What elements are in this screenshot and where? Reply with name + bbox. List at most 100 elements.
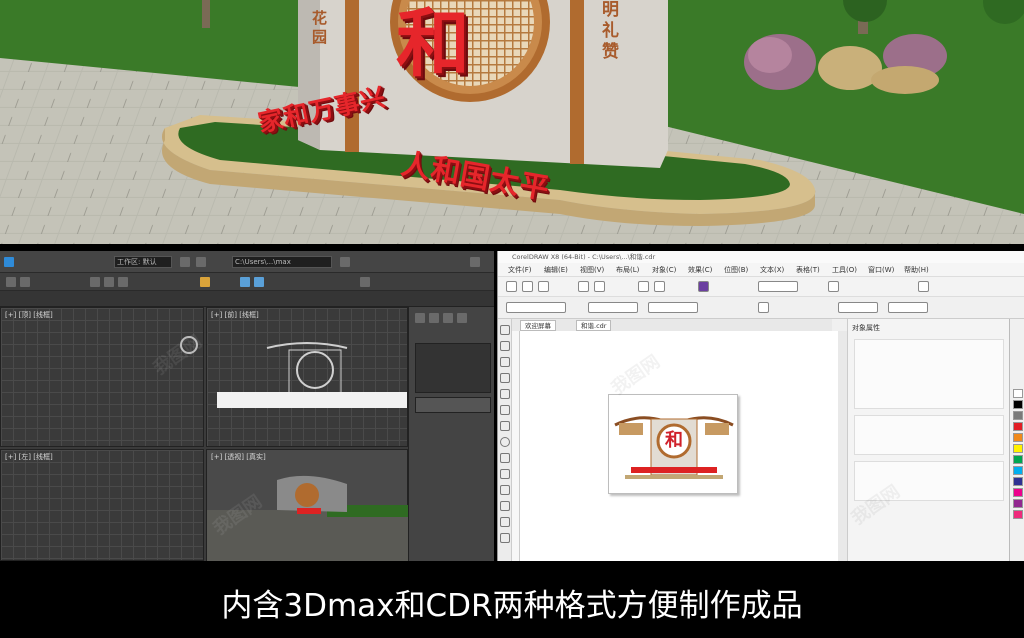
max-window: 工作区: 默认 C:\Users\...\max [+] [顶] [线框] [+… <box>0 251 494 561</box>
modify-icon[interactable] <box>429 313 439 323</box>
swatch-orange[interactable] <box>1013 433 1023 442</box>
options-icon[interactable] <box>918 281 929 292</box>
polygon-tool-icon[interactable] <box>500 453 510 463</box>
swatch-cyan[interactable] <box>1013 466 1023 475</box>
render-setup-icon[interactable] <box>254 277 264 287</box>
docker-panel-outline[interactable] <box>854 415 1004 455</box>
max-logo-icon <box>4 257 14 267</box>
zoom-level[interactable] <box>758 281 798 292</box>
tab-document[interactable]: 和谐.cdr <box>576 320 612 331</box>
menu-layout[interactable]: 布局(L) <box>616 265 639 275</box>
tab-welcome[interactable]: 欢迎屏幕 <box>520 320 556 331</box>
mirror-icon[interactable] <box>758 302 769 313</box>
scale-icon[interactable] <box>118 277 128 287</box>
menu-edit[interactable]: 编辑(E) <box>544 265 568 275</box>
max-main-toolbar <box>0 273 494 291</box>
swatch-black[interactable] <box>1013 400 1023 409</box>
new-icon[interactable] <box>506 281 517 292</box>
docker-panel-fill[interactable] <box>854 339 1004 409</box>
open-icon[interactable] <box>522 281 533 292</box>
viewport-top[interactable]: [+] [顶] [线框] <box>0 307 204 447</box>
viewport-front[interactable]: [+] [前] [线框] <box>206 307 408 447</box>
swatch-white[interactable] <box>1013 389 1023 398</box>
object-properties-docker: 对象属性 <box>847 319 1009 561</box>
swatch-pink[interactable] <box>1013 510 1023 519</box>
freehand-tool-icon[interactable] <box>500 389 510 399</box>
path-field[interactable]: C:\Users\...\max <box>232 256 332 268</box>
cdr-tabbar: 欢迎屏幕 和谐.cdr <box>512 319 832 331</box>
undo-icon[interactable] <box>196 257 206 267</box>
connector-tool-icon[interactable] <box>500 501 510 511</box>
cdr-standard-toolbar <box>498 277 1024 297</box>
import-icon[interactable] <box>638 281 649 292</box>
swatch-blue[interactable] <box>1013 477 1023 486</box>
shape-tool-icon[interactable] <box>500 341 510 351</box>
command-panel <box>408 307 494 561</box>
menu-effects[interactable]: 效果(C) <box>688 265 712 275</box>
search-icon[interactable] <box>340 257 350 267</box>
snap-icon[interactable] <box>200 277 210 287</box>
zoom-tool-icon[interactable] <box>500 373 510 383</box>
crop-tool-icon[interactable] <box>500 357 510 367</box>
cdr-page[interactable]: 和 <box>608 394 738 494</box>
swatch-yellow[interactable] <box>1013 444 1023 453</box>
menu-tools[interactable]: 工具(O) <box>832 265 857 275</box>
export-icon[interactable] <box>654 281 665 292</box>
save-icon[interactable] <box>538 281 549 292</box>
corel-connect-icon[interactable] <box>698 281 709 292</box>
redo-icon[interactable] <box>594 281 605 292</box>
modifier-stack[interactable] <box>415 343 491 393</box>
object-origin-field[interactable] <box>506 302 566 313</box>
render-icon[interactable] <box>240 277 250 287</box>
drop-shadow-icon[interactable] <box>500 517 510 527</box>
menu-file[interactable]: 文件(F) <box>508 265 532 275</box>
vertical-scrollbar[interactable] <box>838 331 847 561</box>
motion-icon[interactable] <box>457 313 467 323</box>
menu-view[interactable]: 视图(V) <box>580 265 604 275</box>
undo-icon[interactable] <box>578 281 589 292</box>
viewport-front-geometry <box>217 342 407 408</box>
hierarchy-icon[interactable] <box>443 313 453 323</box>
ellipse-tool-icon[interactable] <box>500 437 510 447</box>
cdr-menubar: 文件(F) 编辑(E) 视图(V) 布局(L) 对象(C) 效果(C) 位图(B… <box>498 263 1024 277</box>
parallel-dimension-icon[interactable] <box>500 485 510 495</box>
menu-window[interactable]: 窗口(W) <box>868 265 894 275</box>
menu-help[interactable]: 帮助(H) <box>904 265 929 275</box>
menu-table[interactable]: 表格(T) <box>796 265 820 275</box>
vertical-ruler <box>512 331 520 561</box>
menu-bitmap[interactable]: 位图(B) <box>724 265 748 275</box>
pick-tool-icon[interactable] <box>500 325 510 335</box>
snap-icon[interactable] <box>828 281 839 292</box>
close-icon[interactable] <box>470 257 480 267</box>
link-icon[interactable] <box>20 277 30 287</box>
swatch-purple[interactable] <box>1013 499 1023 508</box>
center-character: 和 <box>396 1 470 87</box>
rotate-icon[interactable] <box>104 277 114 287</box>
menu-text[interactable]: 文本(X) <box>760 265 784 275</box>
select-icon[interactable] <box>6 277 16 287</box>
modifier-list[interactable] <box>415 397 491 413</box>
size-field[interactable] <box>648 302 698 313</box>
rectangle-tool-icon[interactable] <box>500 421 510 431</box>
color-palette <box>1009 319 1024 561</box>
artistic-media-icon[interactable] <box>500 405 510 415</box>
swatch-green[interactable] <box>1013 455 1023 464</box>
swatch-red[interactable] <box>1013 422 1023 431</box>
menu-object[interactable]: 对象(C) <box>652 265 676 275</box>
viewport-left[interactable]: [+] [左] [线框] <box>0 449 204 561</box>
swatch-magenta[interactable] <box>1013 488 1023 497</box>
position-field[interactable] <box>588 302 638 313</box>
create-icon[interactable] <box>415 313 425 323</box>
caption-text: 内含3Dmax和CDR两种格式方便制作成品 <box>221 588 803 624</box>
text-tool-icon[interactable] <box>500 469 510 479</box>
move-icon[interactable] <box>90 277 100 287</box>
material-editor-icon[interactable] <box>360 277 370 287</box>
transparency-icon[interactable] <box>500 533 510 543</box>
workspace-field[interactable]: 工作区: 默认 <box>114 256 172 268</box>
cdr-title: CorelDRAW X8 (64-Bit) - C:\Users\...\和谐.… <box>498 251 1024 263</box>
rotation-field[interactable] <box>888 302 928 313</box>
cdr-property-bar <box>498 297 1024 319</box>
save-icon[interactable] <box>180 257 190 267</box>
outline-width-field[interactable] <box>838 302 878 313</box>
swatch-gray[interactable] <box>1013 411 1023 420</box>
